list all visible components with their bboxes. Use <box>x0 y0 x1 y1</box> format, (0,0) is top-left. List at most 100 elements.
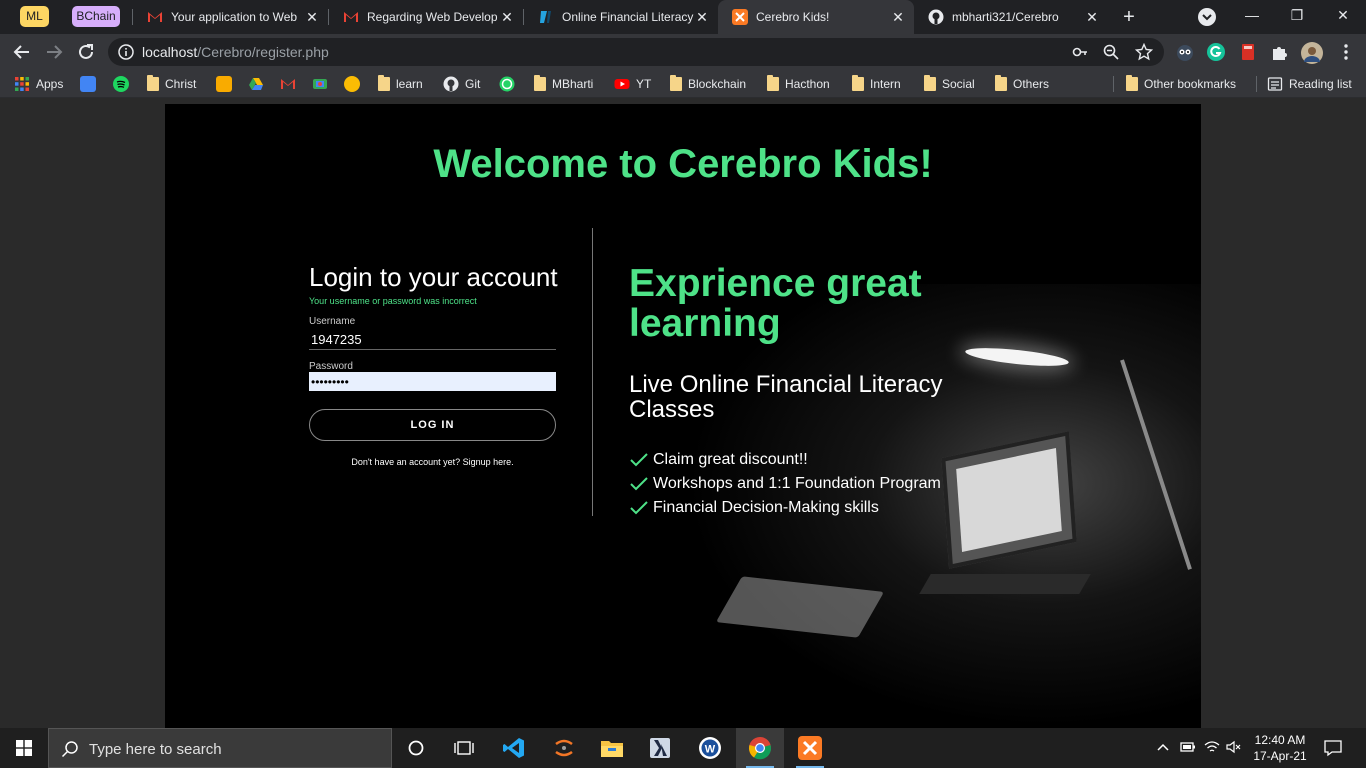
taskbar-search[interactable]: Type here to search <box>48 728 392 768</box>
tab-group-ml[interactable]: ML <box>20 6 49 27</box>
url-path: /Cerebro/register.php <box>197 44 329 60</box>
tab-title: mbharti321/Cerebro <box>952 10 1059 24</box>
bookmark-folder-mbharti[interactable]: MBharti <box>534 74 593 94</box>
folder-icon <box>995 75 1007 91</box>
close-icon[interactable]: ✕ <box>499 9 515 25</box>
bookmark-label: Blockchain <box>688 77 747 91</box>
chevron-up-icon[interactable] <box>1156 740 1170 754</box>
close-icon[interactable]: ✕ <box>304 9 320 25</box>
password-input[interactable] <box>309 372 556 391</box>
new-tab-button[interactable]: + <box>1118 6 1140 28</box>
reading-list-button[interactable]: Reading list <box>1267 74 1352 94</box>
tab-title: Regarding Web Develop <box>367 10 498 24</box>
bookmark-folder-social[interactable]: Social <box>924 74 975 94</box>
bookmark-google-drive[interactable] <box>248 74 264 94</box>
login-button[interactable]: LOG IN <box>309 409 556 441</box>
folder-icon <box>670 75 682 91</box>
site-icon <box>538 9 554 25</box>
bookmark-folder-intern[interactable]: Intern <box>852 74 901 94</box>
bookmark-google-photos[interactable] <box>312 74 328 94</box>
github-icon <box>443 76 459 92</box>
xampp-taskbar-app[interactable] <box>786 728 834 768</box>
tab-title: Online Financial Literacy <box>562 10 694 24</box>
bookmark-whatsapp[interactable] <box>499 74 515 94</box>
bookmark-folder-hacthon[interactable]: Hacthon <box>767 74 830 94</box>
cortana-button[interactable] <box>392 728 440 768</box>
close-icon[interactable]: ✕ <box>890 9 906 25</box>
login-title: Login to your account <box>309 262 558 292</box>
tab-gmail-webdev[interactable]: Regarding Web Develop ✕ <box>329 0 523 34</box>
bookmark-label: MBharti <box>552 77 594 91</box>
bookmark-youtube[interactable]: YT <box>614 74 651 94</box>
jupyter-taskbar-app[interactable] <box>540 728 588 768</box>
bookmark-apps[interactable]: Apps <box>14 74 63 94</box>
volume-muted-icon[interactable] <box>1226 740 1242 754</box>
close-window-button[interactable]: ✕ <box>1329 4 1357 26</box>
zoom-icon[interactable] <box>1103 44 1119 60</box>
grammarly-icon[interactable] <box>1206 42 1226 62</box>
extension-red-book-icon[interactable] <box>1238 42 1258 62</box>
whatsapp-icon <box>499 76 515 92</box>
key-icon[interactable] <box>1072 44 1088 60</box>
eclipse-icon <box>648 736 672 760</box>
address-bar[interactable]: localhost/Cerebro/register.php <box>108 38 1164 66</box>
tab-search-button[interactable] <box>1198 8 1216 26</box>
maximize-button[interactable]: ❐ <box>1283 4 1311 26</box>
bookmark-folder-blockchain[interactable]: Blockchain <box>670 74 746 94</box>
menu-kebab-icon[interactable] <box>1336 42 1356 62</box>
minimize-button[interactable]: — <box>1238 4 1266 26</box>
file-explorer-taskbar-app[interactable] <box>588 728 636 768</box>
profile-avatar[interactable] <box>1301 42 1323 64</box>
close-icon[interactable]: ✕ <box>1084 9 1100 25</box>
notification-icon[interactable] <box>1324 739 1342 757</box>
login-error-message: Your username or password was incorrect <box>309 296 477 306</box>
bookmark-google-classroom[interactable] <box>80 74 96 94</box>
username-input[interactable] <box>309 330 556 350</box>
folder-icon <box>1126 75 1138 91</box>
bookmark-folder-learn[interactable]: learn <box>378 74 423 94</box>
tab-financial-literacy[interactable]: Online Financial Literacy ✕ <box>524 0 718 34</box>
extensions-puzzle-icon[interactable] <box>1270 42 1290 62</box>
url-host: localhost <box>142 44 198 60</box>
bookmark-star-icon[interactable] <box>1135 43 1153 61</box>
google-classroom-icon <box>80 76 96 92</box>
tab-github-cerebro[interactable]: mbharti321/Cerebro ✕ <box>914 0 1108 34</box>
word-taskbar-app[interactable]: W <box>686 728 734 768</box>
gmail-icon <box>343 9 359 25</box>
bookmark-folder-christ[interactable]: Christ <box>147 74 196 94</box>
page-title: Welcome to Cerebro Kids! <box>433 142 933 186</box>
tab-gmail-application[interactable]: Your application to Web ✕ <box>133 0 328 34</box>
forward-icon[interactable] <box>42 40 66 64</box>
chrome-taskbar-app[interactable] <box>736 728 784 768</box>
tab-title: Your application to Web <box>171 10 298 24</box>
bookmark-spotify[interactable] <box>113 74 129 94</box>
info-icon[interactable] <box>118 44 134 60</box>
vscode-taskbar-app[interactable] <box>490 728 538 768</box>
bookmark-gmail[interactable] <box>280 74 296 94</box>
start-button[interactable] <box>0 728 48 768</box>
bookmark-other-bookmarks[interactable]: Other bookmarks <box>1126 74 1236 94</box>
eclipse-taskbar-app[interactable] <box>636 728 684 768</box>
xampp-icon <box>798 736 822 760</box>
bookmark-keep[interactable] <box>344 74 360 94</box>
bookmarks-divider <box>1256 76 1257 92</box>
tab-cerebro-kids[interactable]: Cerebro Kids! ✕ <box>718 0 914 34</box>
bookmark-label: Reading list <box>1289 77 1352 91</box>
battery-icon[interactable] <box>1180 740 1196 754</box>
feature-text: Claim great discount!! <box>653 451 808 468</box>
reload-icon[interactable] <box>74 40 98 64</box>
extension-owl-icon[interactable] <box>1175 42 1195 62</box>
close-icon[interactable]: ✕ <box>694 9 710 25</box>
taskbar-clock[interactable]: 12:40 AM 17-Apr-21 <box>1248 732 1312 764</box>
task-view-button[interactable] <box>440 728 488 768</box>
windows-taskbar: Type here to search W 12:40 AM 17-Apr-21 <box>0 728 1366 768</box>
folder-icon <box>924 75 936 91</box>
signup-link[interactable]: Don't have an account yet? Signup here. <box>309 457 556 467</box>
bookmark-classroom-2[interactable] <box>216 74 232 94</box>
cerebro-page: Welcome to Cerebro Kids! Login to your a… <box>165 104 1201 728</box>
bookmark-folder-others[interactable]: Others <box>995 74 1049 94</box>
tab-group-bchain[interactable]: BChain <box>72 6 120 27</box>
bookmark-git[interactable]: Git <box>443 74 480 94</box>
wifi-icon[interactable] <box>1204 740 1220 754</box>
back-icon[interactable] <box>10 40 34 64</box>
